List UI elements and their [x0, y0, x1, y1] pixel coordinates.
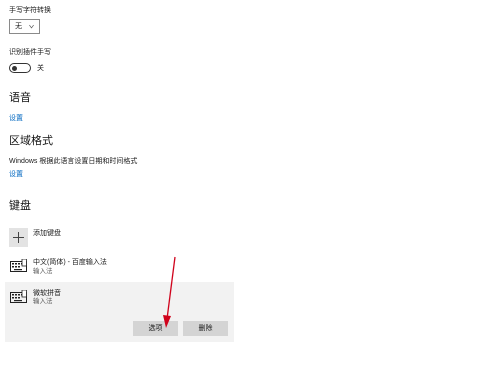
toggle-state-label: 关: [37, 65, 44, 72]
dropdown-value: 无: [15, 23, 22, 30]
keyboard-item-type: 输入法: [33, 268, 53, 275]
pen-handwriting-toggle[interactable]: [9, 63, 31, 73]
handwriting-label: 手写字符转换: [9, 7, 51, 14]
remove-button[interactable]: 删除: [183, 321, 228, 336]
keyboard-item-name: 微软拼音: [33, 290, 61, 297]
chevron-down-icon: [29, 24, 34, 29]
add-keyboard-button[interactable]: [9, 228, 28, 247]
keyboard-icon: [10, 259, 27, 272]
toggle-knob: [12, 65, 17, 71]
keyboard-item-microsoft-pinyin[interactable]: 微软拼音 输入法 选项 删除: [5, 282, 234, 342]
keyboard-icon: [10, 290, 27, 303]
region-settings-link[interactable]: 设置: [9, 170, 23, 179]
add-keyboard-label: 添加键盘: [33, 230, 61, 237]
speech-heading: 语音: [9, 92, 31, 104]
annotation-arrow-icon: [163, 256, 176, 328]
keyboard-heading: 键盘: [9, 200, 31, 212]
plus-icon: [13, 232, 24, 243]
region-description: Windows 根据此语言设置日期和时间格式: [9, 158, 138, 165]
handwriting-dropdown[interactable]: 无: [9, 19, 40, 34]
keyboard-item-name: 中文(简体) - 百度输入法: [33, 259, 107, 266]
keyboard-item-type: 输入法: [33, 298, 53, 305]
pen-handwriting-label: 识别插件手写: [9, 49, 51, 56]
speech-settings-link[interactable]: 设置: [9, 114, 23, 123]
region-heading: 区域格式: [9, 135, 53, 147]
